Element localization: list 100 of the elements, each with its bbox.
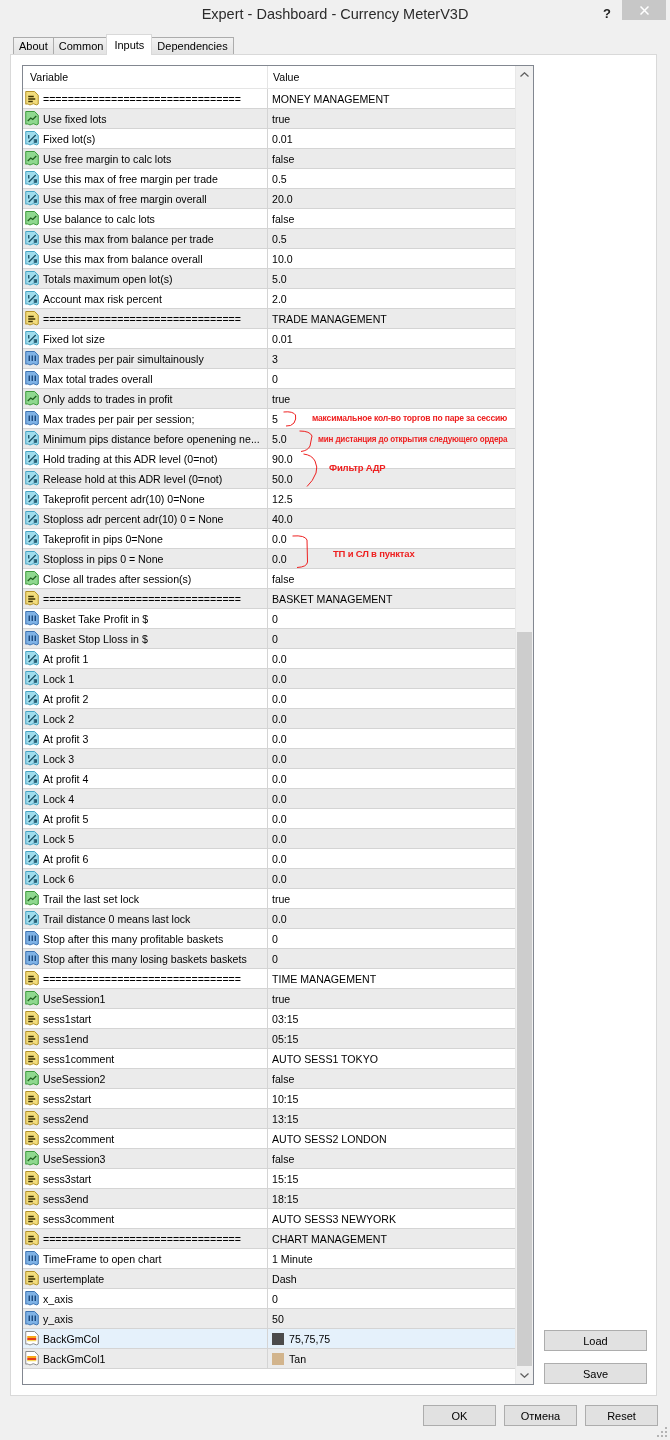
parameter-row[interactable]: TimeFrame to open chart 1 Minute: [23, 1249, 515, 1269]
variable-name: Lock 4: [43, 792, 75, 805]
parameter-row[interactable]: sess3end 18:15: [23, 1189, 515, 1209]
parameter-row[interactable]: sess3comment AUTO SESS3 NEWYORK: [23, 1209, 515, 1229]
parameter-row[interactable]: Lock 1 0.0: [23, 669, 515, 689]
variable-value: 0.0: [272, 812, 287, 825]
variable-name: ================================: [43, 312, 241, 325]
parameter-row[interactable]: Stoploss adr percent adr(10) 0 = None 40.0: [23, 509, 515, 529]
parameter-row[interactable]: ================================ TRADE MANAGEMENT: [23, 309, 515, 329]
variable-value: 13:15: [272, 1112, 299, 1125]
integer-type-icon: [25, 1311, 39, 1326]
variable-name: x_axis: [43, 1292, 74, 1305]
parameter-row[interactable]: Lock 3 0.0: [23, 749, 515, 769]
parameter-row[interactable]: Takeprofit percent adr(10) 0=None 12.5: [23, 489, 515, 509]
column-header[interactable]: Value: [268, 66, 515, 88]
parameter-row[interactable]: Trail distance 0 means last lock 0.0: [23, 909, 515, 929]
resize-grip-icon[interactable]: [657, 1427, 667, 1437]
parameter-row[interactable]: y_axis 50: [23, 1309, 515, 1329]
variable-value: AUTO SESS3 NEWYORK: [272, 1212, 397, 1225]
parameter-row[interactable]: At profit 4 0.0: [23, 769, 515, 789]
parameter-row[interactable]: UseSession2 false: [23, 1069, 515, 1089]
help-button[interactable]: ?: [596, 3, 618, 23]
parameter-row[interactable]: Max trades per pair per session; 5 максимальное кол-во торгов по паре за сессию: [23, 409, 515, 429]
parameter-row[interactable]: Minimum pips distance before openening ne... 5.0 мин дистанция до открытия следующего ордера: [23, 429, 515, 449]
parameter-row[interactable]: Basket Stop Lloss in $ 0: [23, 629, 515, 649]
variable-value: TRADE MANAGEMENT: [272, 312, 387, 325]
variable-name: ================================: [43, 592, 241, 605]
parameter-row[interactable]: ================================ TIME MANAGEMENT: [23, 969, 515, 989]
side-button[interactable]: Save: [544, 1363, 647, 1384]
parameter-row[interactable]: UseSession1 true: [23, 989, 515, 1009]
parameter-row[interactable]: x_axis 0: [23, 1289, 515, 1309]
fraction-type-icon: [25, 851, 39, 866]
string-type-icon: [25, 1111, 39, 1126]
fraction-type-icon: [25, 251, 39, 266]
parameter-row[interactable]: sess1start 03:15: [23, 1009, 515, 1029]
parameter-row[interactable]: ================================ MONEY MANAGEMENT: [23, 89, 515, 109]
parameter-row[interactable]: Use fixed lots true: [23, 109, 515, 129]
dialog-button[interactable]: Отмена: [504, 1405, 577, 1426]
parameter-row[interactable]: BackGmCol 75,75,75: [23, 1329, 515, 1349]
integer-type-icon: [25, 951, 39, 966]
parameter-row[interactable]: Close all trades after session(s) false: [23, 569, 515, 589]
parameter-row[interactable]: Use free margin to calc lots false: [23, 149, 515, 169]
dialog-button[interactable]: OK: [423, 1405, 496, 1426]
column-header[interactable]: Variable: [23, 66, 268, 88]
parameter-row[interactable]: ================================ CHART MANAGEMENT: [23, 1229, 515, 1249]
parameter-row[interactable]: Fixed lot(s) 0.01: [23, 129, 515, 149]
tab[interactable]: Dependencies: [151, 37, 234, 54]
variable-value: 20.0: [272, 192, 293, 205]
parameter-row[interactable]: Use this max from balance per trade 0.5: [23, 229, 515, 249]
annotation-text: максимальное кол-во торгов по паре за сессию: [312, 412, 508, 424]
parameter-row[interactable]: Lock 4 0.0: [23, 789, 515, 809]
parameter-row[interactable]: Use this max of free margin overall 20.0: [23, 189, 515, 209]
parameter-row[interactable]: ================================ BASKET MANAGEMENT: [23, 589, 515, 609]
parameter-row[interactable]: Lock 6 0.0: [23, 869, 515, 889]
parameter-row[interactable]: sess1comment AUTO SESS1 TOKYO: [23, 1049, 515, 1069]
parameter-row[interactable]: Max trades per pair simultainously 3: [23, 349, 515, 369]
parameter-row[interactable]: At profit 6 0.0: [23, 849, 515, 869]
tab[interactable]: About: [13, 37, 54, 54]
tab[interactable]: Inputs: [106, 34, 153, 55]
parameter-row[interactable]: Use this max of free margin per trade 0.5: [23, 169, 515, 189]
parameter-row[interactable]: Totals maximum open lot(s) 5.0: [23, 269, 515, 289]
parameter-row[interactable]: sess3start 15:15: [23, 1169, 515, 1189]
variable-value: 0: [272, 372, 278, 385]
parameter-row[interactable]: Stoploss in pips 0 = None 0.0 ТП и СЛ в пунктах: [23, 549, 515, 569]
parameter-row[interactable]: Takeprofit in pips 0=None 0.0: [23, 529, 515, 549]
variable-value: Dash: [272, 1272, 297, 1285]
scrollbar-thumb[interactable]: [517, 632, 532, 1366]
parameter-row[interactable]: sess2end 13:15: [23, 1109, 515, 1129]
parameter-row[interactable]: BackGmCol1 Tan: [23, 1349, 515, 1369]
parameter-row[interactable]: Lock 2 0.0: [23, 709, 515, 729]
parameter-row[interactable]: At profit 2 0.0: [23, 689, 515, 709]
parameter-row[interactable]: UseSession3 false: [23, 1149, 515, 1169]
variable-name: Use this max from balance overall: [43, 252, 203, 265]
variable-name: BackGmCol: [43, 1332, 100, 1345]
parameter-row[interactable]: Stop after this many profitable baskets 0: [23, 929, 515, 949]
variable-value: 50.0: [272, 472, 293, 485]
parameter-row[interactable]: Fixed lot size 0.01: [23, 329, 515, 349]
parameter-row[interactable]: sess1end 05:15: [23, 1029, 515, 1049]
parameter-row[interactable]: Max total trades overall 0: [23, 369, 515, 389]
parameter-row[interactable]: Account max risk percent 2.0: [23, 289, 515, 309]
parameter-row[interactable]: Trail the last set lock true: [23, 889, 515, 909]
variable-name: sess1start: [43, 1012, 92, 1025]
parameter-row[interactable]: At profit 3 0.0: [23, 729, 515, 749]
close-button[interactable]: [622, 0, 666, 20]
parameter-row[interactable]: Use balance to calc lots false: [23, 209, 515, 229]
parameter-row[interactable]: Basket Take Profit in $ 0: [23, 609, 515, 629]
parameter-row[interactable]: Stop after this many losing baskets baskets 0: [23, 949, 515, 969]
variable-name: UseSession1: [43, 992, 106, 1005]
parameter-row[interactable]: sess2comment AUTO SESS2 LONDON: [23, 1129, 515, 1149]
parameter-row[interactable]: At profit 5 0.0: [23, 809, 515, 829]
parameter-row[interactable]: Lock 5 0.0: [23, 829, 515, 849]
side-button[interactable]: Load: [544, 1330, 647, 1351]
parameter-row[interactable]: usertemplate Dash: [23, 1269, 515, 1289]
scrollbar-track[interactable]: [515, 66, 533, 1384]
color-type-icon: [25, 1351, 39, 1366]
parameter-row[interactable]: Only adds to trades in profit true: [23, 389, 515, 409]
parameter-row[interactable]: At profit 1 0.0: [23, 649, 515, 669]
parameter-row[interactable]: sess2start 10:15: [23, 1089, 515, 1109]
parameter-row[interactable]: Use this max from balance overall 10.0: [23, 249, 515, 269]
dialog-button[interactable]: Reset: [585, 1405, 658, 1426]
